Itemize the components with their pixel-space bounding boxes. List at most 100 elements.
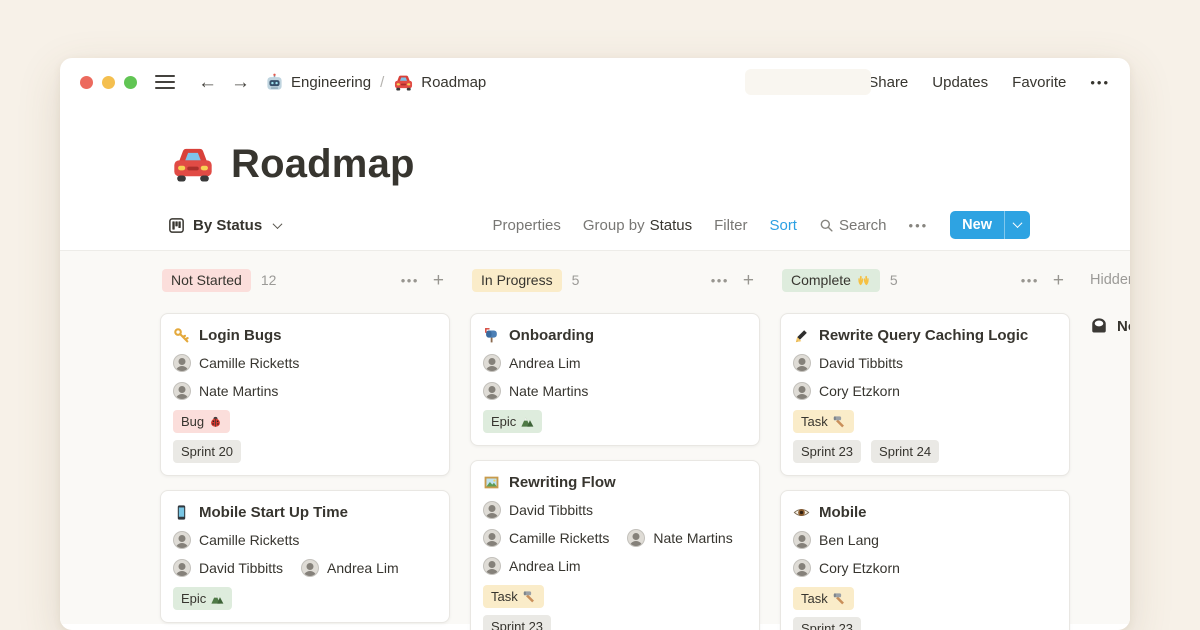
person-chip[interactable]: Camille Ricketts xyxy=(173,531,299,549)
kanban-card-mobile-start-up-time[interactable]: Mobile Start Up Time Camille Ricketts Da… xyxy=(160,490,450,623)
writing-hand-icon xyxy=(793,327,810,344)
tag-sprint[interactable]: Sprint 23 xyxy=(483,615,551,630)
person-chip[interactable]: Cory Etzkorn xyxy=(793,559,900,577)
new-dropdown-button[interactable] xyxy=(1004,211,1030,239)
board-column-hidden: Hidden No Status xyxy=(1090,267,1130,335)
sidebar-menu-icon[interactable] xyxy=(155,75,175,90)
tag-task[interactable]: Task xyxy=(793,587,854,610)
properties-button[interactable]: Properties xyxy=(493,217,561,234)
person-chip[interactable]: Andrea Lim xyxy=(301,559,399,577)
column-count: 12 xyxy=(261,272,277,288)
column-status-pill[interactable]: Complete xyxy=(782,269,880,292)
sort-button[interactable]: Sort xyxy=(769,217,797,234)
tag-sprint[interactable]: Sprint 23 xyxy=(793,617,861,630)
key-icon xyxy=(173,327,190,344)
person-chip[interactable]: Andrea Lim xyxy=(483,557,581,575)
tag-task[interactable]: Task xyxy=(483,585,544,608)
kanban-card-onboarding[interactable]: Onboarding Andrea Lim Nate Martins Epic xyxy=(470,313,760,446)
search-icon xyxy=(819,218,834,233)
blurred-region xyxy=(745,69,871,95)
breadcrumb-page[interactable]: Roadmap xyxy=(393,72,486,93)
person-name: David Tibbitts xyxy=(509,502,593,518)
traffic-light-close[interactable] xyxy=(80,76,93,89)
no-status-group[interactable]: No Status xyxy=(1090,317,1130,335)
person-chip[interactable]: Cory Etzkorn xyxy=(793,382,900,400)
avatar xyxy=(301,559,319,577)
breadcrumb-workspace[interactable]: Engineering xyxy=(265,73,371,92)
person-name: Camille Ricketts xyxy=(509,530,609,546)
person-name: Andrea Lim xyxy=(327,560,399,576)
kanban-card-rewriting-flow[interactable]: Rewriting Flow David Tibbitts Camille Ri… xyxy=(470,460,760,630)
page-icon-car[interactable] xyxy=(170,141,216,187)
share-button[interactable]: Share xyxy=(868,74,908,91)
column-header: Complete 5 ••• + xyxy=(780,267,1070,293)
tag-sprint[interactable]: Sprint 23 xyxy=(793,440,861,463)
person-chip[interactable]: Camille Ricketts xyxy=(483,529,609,547)
window-controls xyxy=(80,76,137,89)
hidden-columns-label[interactable]: Hidden xyxy=(1090,267,1130,293)
kanban-card-rewrite-query-caching-logic[interactable]: Rewrite Query Caching Logic David Tibbit… xyxy=(780,313,1070,476)
tag-task[interactable]: Task xyxy=(793,410,854,433)
tag-sprint[interactable]: Sprint 20 xyxy=(173,440,241,463)
person-chip[interactable]: Andrea Lim xyxy=(483,354,581,372)
tag-bug[interactable]: Bug xyxy=(173,410,230,433)
kanban-card-login-bugs[interactable]: Login Bugs Camille Ricketts Nate Martins… xyxy=(160,313,450,476)
column-header: Not Started 12 ••• + xyxy=(160,267,450,293)
person-chip[interactable]: David Tibbitts xyxy=(483,501,593,519)
avatar xyxy=(627,529,645,547)
car-icon xyxy=(393,72,414,93)
view-label: By Status xyxy=(193,217,262,234)
person-chip[interactable]: Nate Martins xyxy=(627,529,732,547)
column-more-button[interactable]: ••• xyxy=(711,273,729,288)
person-chip[interactable]: Nate Martins xyxy=(173,382,278,400)
app-window: ← → Engineering / Roadmap Share Updates … xyxy=(60,58,1130,630)
group-by-prefix: Group by xyxy=(583,217,645,234)
filter-button[interactable]: Filter xyxy=(714,217,747,234)
mailbox-icon xyxy=(483,327,500,344)
tag-epic[interactable]: Epic xyxy=(483,410,542,433)
person-chip[interactable]: Ben Lang xyxy=(793,531,879,549)
column-more-button[interactable]: ••• xyxy=(1021,273,1039,288)
avatar xyxy=(483,354,501,372)
tag-sprint[interactable]: Sprint 24 xyxy=(871,440,939,463)
group-by-button[interactable]: Group by Status xyxy=(583,217,692,234)
tag-epic[interactable]: Epic xyxy=(173,587,232,610)
column-add-button[interactable]: + xyxy=(1053,271,1064,290)
card-title: Mobile Start Up Time xyxy=(199,504,348,521)
raised-hands-icon xyxy=(856,273,871,288)
more-button[interactable]: ••• xyxy=(1090,75,1110,90)
hammer-icon xyxy=(833,592,846,605)
page-title[interactable]: Roadmap xyxy=(231,142,415,187)
person-chip[interactable]: David Tibbitts xyxy=(793,354,903,372)
traffic-light-minimize[interactable] xyxy=(102,76,115,89)
column-more-button[interactable]: ••• xyxy=(401,273,419,288)
kanban-card-mobile[interactable]: Mobile Ben Lang Cory Etzkorn Task Sprint… xyxy=(780,490,1070,630)
column-count: 5 xyxy=(572,272,580,288)
toolbar-more-button[interactable]: ••• xyxy=(909,218,929,233)
search-button[interactable]: Search xyxy=(819,217,887,234)
traffic-light-zoom[interactable] xyxy=(124,76,137,89)
avatar xyxy=(483,557,501,575)
breadcrumb: Engineering / Roadmap xyxy=(265,72,486,93)
kanban-board: Not Started 12 ••• + Login Bugs Camille … xyxy=(60,250,1130,624)
person-chip[interactable]: David Tibbitts xyxy=(173,559,283,577)
new-button[interactable]: New xyxy=(950,211,1030,239)
picture-icon xyxy=(483,474,500,491)
column-status-pill[interactable]: Not Started xyxy=(162,269,251,292)
view-switcher[interactable]: By Status xyxy=(168,217,281,234)
column-add-button[interactable]: + xyxy=(433,271,444,290)
favorite-button[interactable]: Favorite xyxy=(1012,74,1066,91)
robot-icon xyxy=(265,73,284,92)
mountain-icon xyxy=(211,592,224,605)
column-status-pill[interactable]: In Progress xyxy=(472,269,562,292)
person-name: Andrea Lim xyxy=(509,558,581,574)
person-chip[interactable]: Camille Ricketts xyxy=(173,354,299,372)
column-add-button[interactable]: + xyxy=(743,271,754,290)
avatar xyxy=(793,531,811,549)
person-chip[interactable]: Nate Martins xyxy=(483,382,588,400)
topbar-actions: Share Updates Favorite ••• xyxy=(868,74,1110,91)
person-name: Cory Etzkorn xyxy=(819,383,900,399)
forward-button[interactable]: → xyxy=(231,73,250,92)
back-button[interactable]: ← xyxy=(198,73,217,92)
updates-button[interactable]: Updates xyxy=(932,74,988,91)
